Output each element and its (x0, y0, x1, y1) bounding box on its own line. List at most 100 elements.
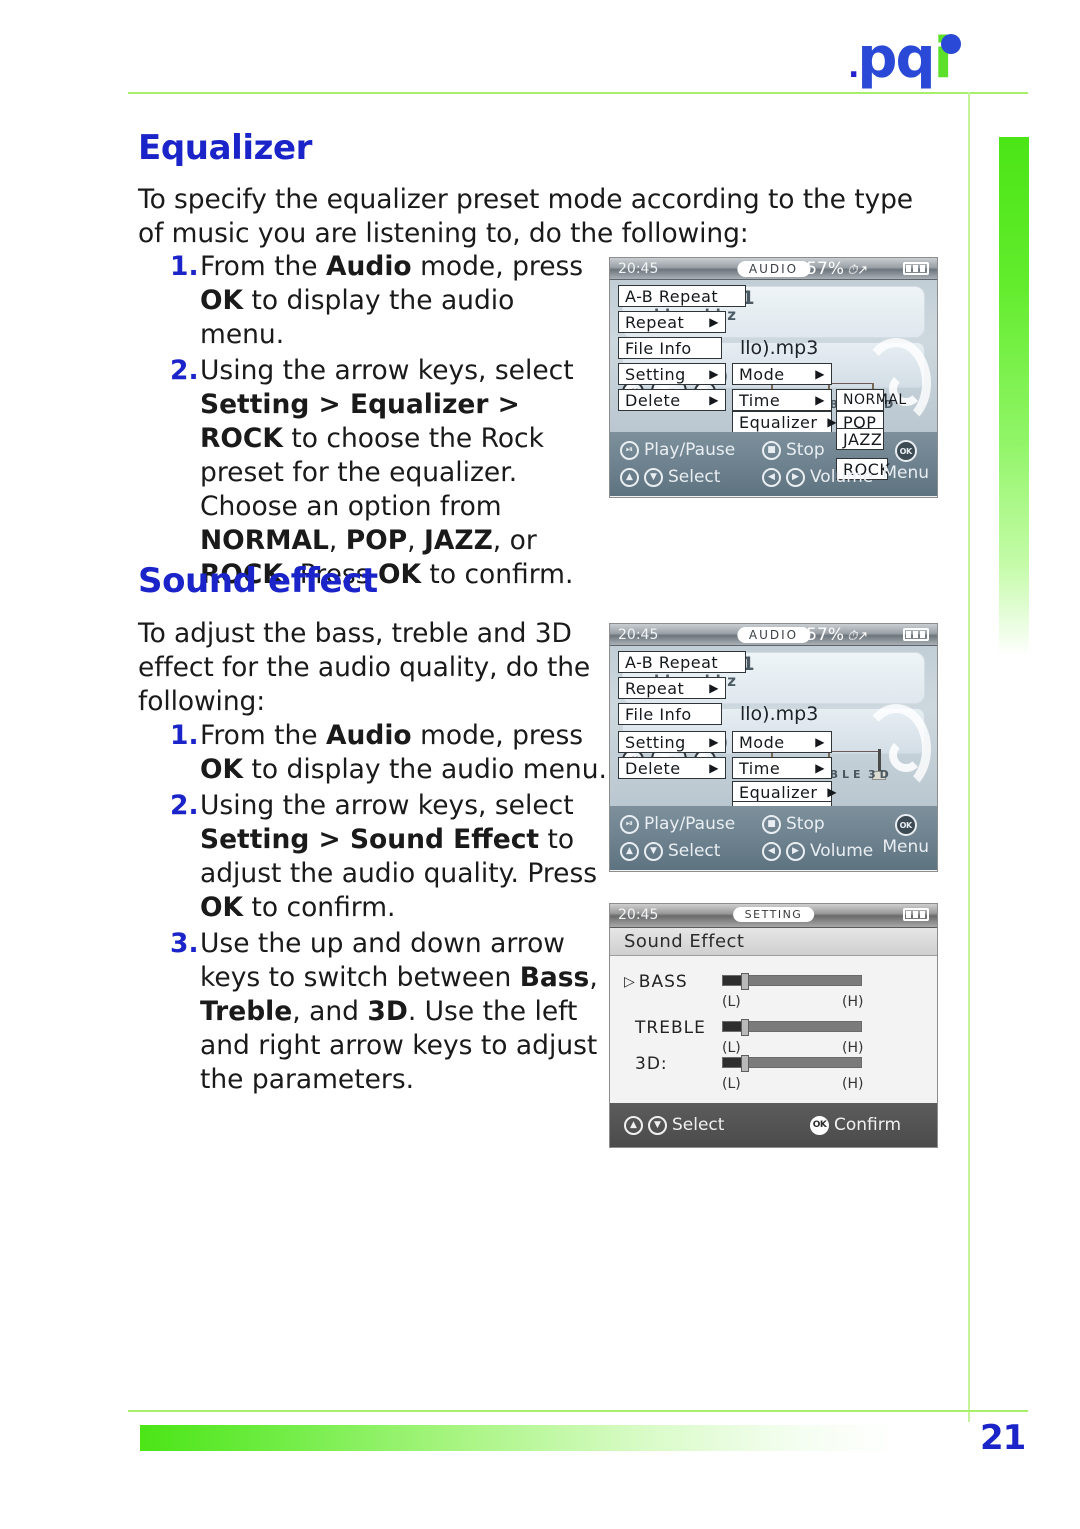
menu-item-repeat[interactable]: Repeat ▶ (618, 677, 726, 699)
hint-label: Stop (786, 440, 825, 460)
menu-item-file-info[interactable]: File Info (618, 337, 722, 359)
heading-equalizer: Equalizer (138, 128, 313, 168)
menu-item-delete[interactable]: Delete ▶ (618, 389, 726, 411)
slider-label-3d: 3D: (632, 1054, 668, 1074)
list-item: 3. Use the up and down arrow keys to swi… (170, 927, 615, 1097)
stop-icon: ■ (762, 814, 781, 834)
status-mode-badge: AUDIO (736, 627, 811, 643)
footer-gradient-bar (140, 1425, 900, 1451)
status-time: 20:45 (618, 907, 659, 923)
arrow-left-icon: ◀ (762, 467, 781, 487)
screen-content: 44.1 0 1 kbps khz llo).mp3 00:00 BASS TR… (610, 646, 937, 806)
slider-fill (723, 976, 742, 985)
device-screenshot-sound-effect-menu: 20:45 AUDIO 57% ⏱↗ 44.1 0 1 kbps khz llo… (609, 623, 938, 872)
menu-label: Delete (625, 390, 681, 410)
hint-label: Volume (810, 467, 874, 487)
manual-page: .pqi 21 Equalizer To specify the equaliz… (0, 0, 1080, 1529)
arrow-left-icon: ◀ (762, 841, 781, 861)
menu-item-delete[interactable]: Delete ▶ (618, 757, 726, 779)
menu-label: Repeat (625, 678, 685, 698)
slider-track-3d[interactable] (722, 1055, 862, 1072)
battery-full-icon (903, 262, 929, 275)
arrow-down-icon: ▼ (648, 1115, 667, 1135)
menu-label: Delete (625, 758, 681, 778)
slider-knob[interactable] (741, 973, 749, 990)
eq-option-normal[interactable]: NORMAL (836, 389, 906, 411)
submenu-item-mode[interactable]: Mode ▶ (732, 731, 832, 753)
step-text: Using the arrow keys, select Setting > S… (200, 790, 598, 923)
eq-axis-label-3d: 3D (868, 768, 893, 781)
menu-label: A-B Repeat (625, 286, 719, 306)
slider-low-label-bass: (L) (722, 994, 741, 1010)
slider-knob[interactable] (741, 1019, 749, 1036)
slider-label-text: TREBLE (635, 1018, 706, 1038)
hint-volume: ◀ ▶ Volume (762, 841, 873, 861)
selection-caret-icon: ▷ (624, 974, 636, 990)
slider-track-bass[interactable] (722, 973, 862, 990)
hint-select: ▲ ▼ Select (620, 841, 720, 861)
track-filename: llo).mp3 (740, 337, 819, 359)
slider-track-treble[interactable] (722, 1019, 862, 1036)
step-number: 1. (170, 251, 199, 282)
logo-pq-text: pq (857, 26, 935, 91)
chevron-right-icon: ▶ (709, 681, 719, 695)
hint-label: Volume (810, 841, 874, 861)
step-text: From the Audio mode, press OK to display… (200, 720, 607, 785)
menu-item-setting[interactable]: Setting ▶ (618, 731, 726, 753)
play-pause-icon: ⏯ (620, 814, 639, 834)
step-number: 3. (170, 928, 199, 959)
option-label: JAZZ (843, 429, 883, 449)
submenu-item-equalizer[interactable]: Equalizer ▶ (732, 411, 837, 432)
hint-bar: ⏯ Play/Pause ▲ ▼ Select ■ Stop ◀ ▶ Volum… (610, 806, 937, 870)
header-rule (128, 92, 1028, 94)
menu-item-setting[interactable]: Setting ▶ (618, 363, 726, 385)
heading-sound-effect: Sound effect (138, 561, 378, 601)
hint-volume: ◀ ▶ Volume (762, 467, 873, 487)
chevron-right-icon: ▶ (709, 315, 719, 329)
right-margin-rule (968, 92, 970, 1422)
slider-low-label-3d: (L) (722, 1076, 741, 1092)
device-screenshot-equalizer: 20:45 AUDIO 57% ⏱↗ 44.1 0 1 kbps khz llo… (609, 257, 938, 498)
arrow-down-icon: ▼ (644, 841, 663, 861)
slider-high-label-3d: (H) (842, 1076, 864, 1092)
slider-knob[interactable] (741, 1055, 749, 1072)
screen-content: 44.1 0 1 kbps khz llo).mp3 00:00 BASS TR… (610, 280, 937, 432)
step-number: 1. (170, 720, 199, 751)
menu-item-ab-repeat[interactable]: A-B Repeat (618, 285, 746, 307)
menu-item-repeat[interactable]: Repeat ▶ (618, 311, 726, 333)
hint-select: ▲ ▼ Select (620, 467, 720, 487)
battery-full-icon (903, 908, 929, 921)
hint-stop: ■ Stop (762, 440, 825, 460)
steps-list-sound-effect: 1. From the Audio mode, press OK to disp… (170, 719, 615, 1099)
device-screenshot-sound-effect-sliders: 20:45 SETTING Sound Effect ▷ BASS (L) (H) (609, 903, 938, 1148)
list-item: 2. Using the arrow keys, select Setting … (170, 789, 615, 925)
ok-button-icon: OK (894, 814, 917, 836)
eq-option-jazz[interactable]: JAZZ (836, 428, 884, 450)
hint-stop: ■ Stop (762, 814, 825, 834)
menu-item-ab-repeat[interactable]: A-B Repeat (618, 651, 746, 673)
hint-label: Menu (882, 837, 929, 857)
intro-text-sound-effect: To adjust the bass, treble and 3D effect… (138, 618, 591, 717)
step-text: Using the arrow keys, select Setting > E… (200, 355, 574, 590)
status-bar: 20:45 SETTING (610, 904, 937, 928)
menu-item-file-info[interactable]: File Info (618, 703, 722, 725)
submenu-item-time[interactable]: Time ▶ (732, 757, 832, 779)
signal-bars-icon: ⏱↗ (847, 629, 869, 644)
decor-swirl-small-icon (889, 738, 923, 772)
submenu-item-time[interactable]: Time ▶ (732, 389, 832, 411)
step-number: 2. (170, 355, 199, 386)
chevron-right-icon: ▶ (815, 761, 825, 775)
slider-fill (723, 1022, 742, 1031)
status-mode-badge: SETTING (732, 907, 815, 922)
equalizer-sliders: ▷ BASS (L) (H) TREBLE (L) (H) 3D: (L) (H… (610, 956, 937, 1103)
steps-list-equalizer: 1. From the Audio mode, press OK to disp… (170, 250, 595, 594)
menu-label: Mode (739, 364, 785, 384)
hint-label: Play/Pause (644, 814, 736, 834)
status-percent: 57% (806, 625, 844, 645)
logo-leading-dot: . (848, 50, 859, 85)
slider-label-text: 3D: (635, 1054, 668, 1074)
page-number: 21 (980, 1418, 1026, 1458)
menu-label: Setting (625, 732, 686, 752)
submenu-item-mode[interactable]: Mode ▶ (732, 363, 832, 385)
submenu-item-equalizer[interactable]: Equalizer ▶ (732, 781, 837, 803)
